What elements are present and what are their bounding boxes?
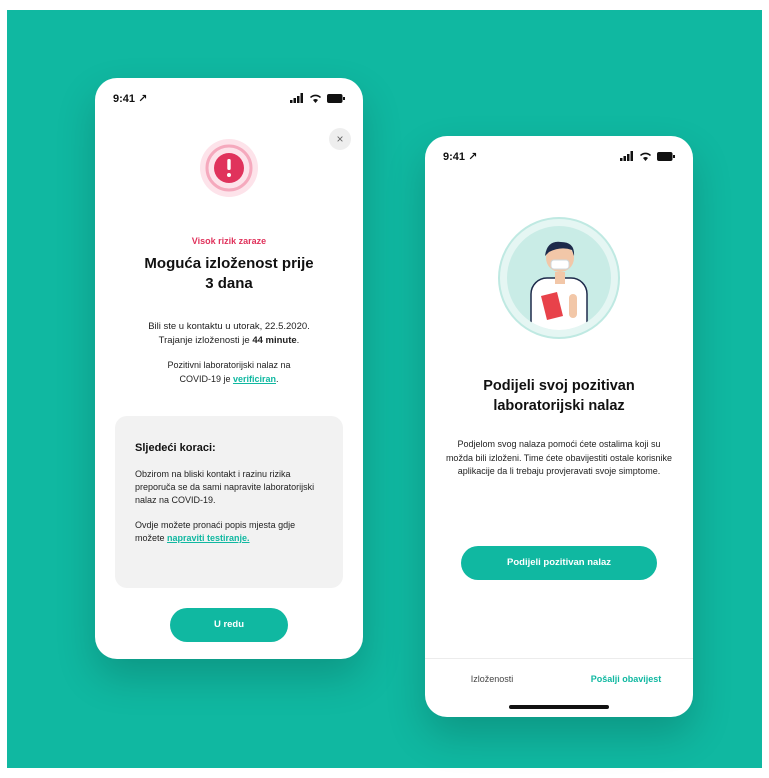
testing-link[interactable]: napraviti testiranje. [167,533,250,543]
next-steps-text: Obzirom na bliski kontakt i razinu rizik… [135,469,315,505]
duration-suffix: . [296,335,300,346]
lab-suffix: . [276,374,279,384]
lab-result-info: Pozitivni laboratorijski nalaz na COVID-… [119,358,339,386]
tab-exposures[interactable]: Izloženosti [425,674,559,684]
next-steps-title: Sljedeći koraci: [135,442,216,454]
home-indicator [509,705,609,709]
lab-line2: COVID-19 je verificiran. [119,372,339,386]
doctor-illustration [498,217,620,339]
share-positive-result-button[interactable]: Podijeli pozitivan nalaz [461,546,657,580]
contact-info: Bili ste u kontaktu u utorak, 22.5.2020.… [111,320,347,348]
location-arrow-icon: ↗ [138,92,148,105]
location-arrow-icon: ↗ [468,150,478,163]
battery-icon [657,151,675,161]
headline-line1: Moguća izloženost prije [144,255,314,272]
lab-line1: Pozitivni laboratorijski nalaz na [167,360,291,370]
status-icons [290,93,345,103]
duration-value: 44 minute [252,335,297,346]
status-time-group: 9:41 ↗ [113,92,147,105]
wifi-icon [309,94,322,103]
verified-link[interactable]: verificiran [233,374,276,384]
status-time: 9:41 [443,150,466,163]
share-headline-line2: laboratorijski nalaz [493,398,625,414]
next-steps-card: Sljedeći koraci: Obzirom na bliski konta… [115,416,343,588]
testing-locations-text: Ovdje možete pronaći popis mjesta gdje m… [135,519,323,545]
status-icons [620,151,675,161]
contact-date: Bili ste u kontaktu u utorak, 22.5.2020. [148,321,310,332]
contact-duration-line: Trajanje izloženosti je 44 minute. [111,334,347,348]
lab-prefix: COVID-19 je [179,374,233,384]
close-button[interactable]: × [329,128,351,150]
status-time-group: 9:41 ↗ [443,150,477,163]
battery-icon [327,93,345,103]
share-screen: 9:41 ↗ Podijeli svoj pozitivan laborator… [425,136,693,717]
close-icon: × [336,132,344,146]
status-time: 9:41 [113,92,136,105]
signal-icon [620,151,633,161]
headline-line2: 3 dana [205,275,253,292]
exposure-screen: 9:41 ↗ × Visok rizik zaraze Moguća izlož… [95,78,363,659]
ok-button[interactable]: U redu [170,608,288,642]
signal-icon [290,93,303,103]
share-headline-line1: Podijeli svoj pozitivan [483,378,635,394]
share-headline: Podijeli svoj pozitivan laboratorijski n… [441,376,677,416]
status-bar: 9:41 ↗ [425,136,693,176]
status-bar: 9:41 ↗ [95,78,363,118]
exposure-headline: Moguća izloženost prije 3 dana [115,254,343,294]
tab-send-notification[interactable]: Pošalji obavijest [559,674,693,684]
alert-icon [200,139,258,197]
background: 9:41 ↗ × Visok rizik zaraze Moguća izlož… [7,10,762,768]
duration-prefix: Trajanje izloženosti je [158,335,253,346]
share-description: Podjelom svog nalaza pomoći ćete ostalim… [445,439,673,476]
tab-bar: Izloženosti Pošalji obavijest [425,658,693,699]
wifi-icon [639,152,652,161]
risk-label: Visok rizik zaraze [191,236,267,246]
